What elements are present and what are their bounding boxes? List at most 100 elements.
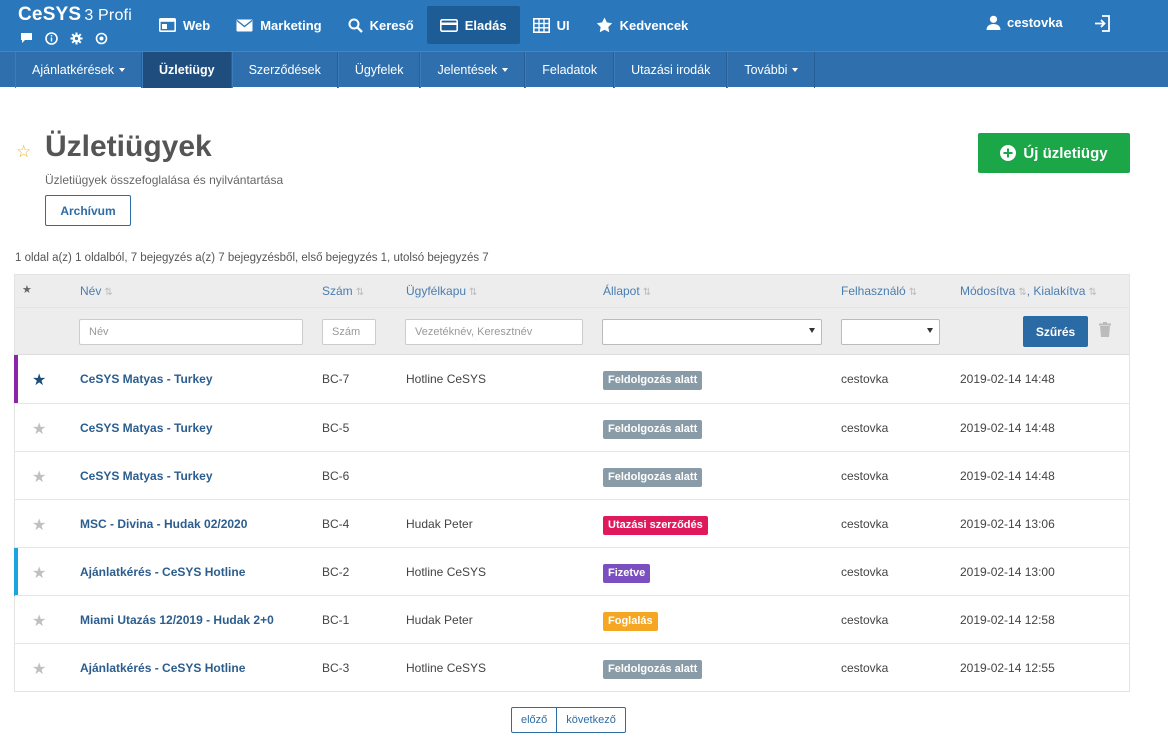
deal-number: BC-7	[322, 372, 350, 386]
header-star-icon[interactable]: ★	[22, 283, 32, 296]
status-badge: Feldolgozás alatt	[603, 660, 703, 679]
user-name: cestovka	[1007, 15, 1063, 30]
star-icon[interactable]: ★	[32, 563, 46, 583]
dropdown-arrow-icon	[927, 328, 933, 333]
status-badge: Feldolgozás alatt	[603, 468, 703, 487]
deal-user: cestovka	[841, 565, 889, 579]
deal-name-link[interactable]: MSC - Divina - Hudak 02/2020	[80, 517, 247, 531]
table-row[interactable]: ★ Miami Utazás 12/2019 - Hudak 2+0 BC-1 Hud…	[15, 595, 1129, 643]
nav-kereso[interactable]: Kereső	[335, 6, 427, 44]
header-user-label: Felhasználó	[841, 284, 906, 298]
sub-nav: Ajánlatkérések Üzletiügy Szerződések Ügy…	[15, 52, 816, 88]
gear-icon[interactable]	[68, 31, 84, 45]
brand[interactable]: CeSYS 3 Profi	[18, 4, 132, 45]
table-row[interactable]: ★ Ajánlatkérés - CeSYS Hotline BC-2 Hotline…	[14, 547, 1129, 596]
sort-icon: ⇅	[104, 287, 113, 298]
subnav-ajanlatkeresek[interactable]: Ajánlatkérések	[15, 52, 142, 88]
nav-kedvencek-label: Kedvencek	[619, 17, 689, 33]
name-filter-input[interactable]: Név	[79, 319, 303, 345]
number-filter-input[interactable]: Szám	[322, 319, 376, 345]
subnav-szerzodesek-label: Szerződések	[248, 63, 321, 77]
nav-eladas-label: Eladás	[464, 17, 507, 33]
table-body: ★ CeSYS Matyas - Turkey BC-7 Hotline CeSYS F…	[14, 355, 1129, 691]
main-nav: Web Marketing Kereső Eladás UI Kedvencek	[146, 6, 701, 44]
header-status[interactable]: Állapot ⇅	[603, 284, 651, 298]
deal-number: BC-3	[322, 661, 350, 675]
deal-user: cestovka	[841, 517, 889, 531]
star-icon[interactable]: ★	[32, 370, 46, 390]
brand-logo[interactable]: CeSYS 3 Profi	[18, 4, 132, 27]
status-filter-select[interactable]	[602, 319, 822, 345]
subnav-feladatok[interactable]: Feladatok	[525, 52, 615, 88]
star-icon[interactable]: ★	[32, 515, 46, 535]
table-row[interactable]: ★ CeSYS Matyas - Turkey BC-5 Feldolgozás al…	[15, 403, 1129, 451]
target-icon[interactable]	[93, 31, 109, 45]
subnav-ajanlatkeresek-label: Ajánlatkérések	[32, 63, 114, 77]
subnav-szerzodesek[interactable]: Szerződések	[231, 52, 338, 88]
logout-button[interactable]	[1094, 15, 1111, 37]
nav-marketing-label: Marketing	[260, 17, 322, 33]
star-icon[interactable]: ★	[32, 611, 46, 631]
subnav-tovabbi[interactable]: További	[727, 52, 816, 88]
grid-icon	[532, 17, 550, 33]
deal-date: 2019-02-14 14:48	[960, 421, 1055, 435]
deal-name-link[interactable]: CeSYS Matyas - Turkey	[80, 421, 213, 435]
nav-ui[interactable]: UI	[520, 6, 583, 44]
deal-date: 2019-02-14 12:55	[960, 661, 1055, 675]
table-row[interactable]: ★ CeSYS Matyas - Turkey BC-6 Feldolgozás al…	[15, 451, 1129, 499]
archive-button[interactable]: Archívum	[45, 195, 131, 226]
header-created-label[interactable]: Kialakítva	[1033, 284, 1085, 298]
top-bar: CeSYS 3 Profi Web Marketing Kereső Eladá…	[0, 0, 1168, 51]
star-icon[interactable]: ★	[32, 659, 46, 679]
header-user[interactable]: Felhasználó ⇅	[841, 284, 917, 298]
new-deal-label: Új üzletiügy	[1023, 144, 1108, 162]
deal-name-link[interactable]: Ajánlatkérés - CeSYS Hotline	[80, 661, 245, 675]
table-row[interactable]: ★ CeSYS Matyas - Turkey BC-7 Hotline CeSYS F…	[14, 355, 1129, 403]
nav-kereso-label: Kereső	[369, 17, 414, 33]
subnav-jelentesek[interactable]: Jelentések	[420, 52, 526, 88]
client-filter-input[interactable]: Vezetéknév, Keresztnév	[405, 319, 583, 345]
page-subtitle: Üzletiügyek összefoglalása és nyilvántar…	[45, 173, 284, 187]
deal-name-link[interactable]: Miami Utazás 12/2019 - Hudak 2+0	[80, 613, 274, 627]
new-deal-button[interactable]: Új üzletiügy	[978, 133, 1130, 173]
chat-icon[interactable]	[18, 31, 34, 45]
header-number[interactable]: Szám ⇅	[322, 284, 364, 298]
status-badge: Feldolgozás alatt	[603, 371, 703, 390]
header-modified[interactable]: Módosítva ⇅, Kialakítva ⇅	[960, 284, 1097, 298]
subnav-utazasi-irodak[interactable]: Utazási irodák	[614, 52, 728, 88]
prev-page-button[interactable]: előző	[512, 708, 558, 732]
deal-name-link[interactable]: CeSYS Matyas - Turkey	[80, 372, 213, 386]
pagination: előző következő	[511, 707, 626, 733]
deal-number: BC-2	[322, 565, 350, 579]
header-status-label: Állapot	[603, 284, 640, 298]
deal-date: 2019-02-14 14:48	[960, 469, 1055, 483]
user-icon	[986, 15, 1001, 30]
user-menu[interactable]: cestovka	[986, 15, 1063, 30]
nav-eladas[interactable]: Eladás	[426, 6, 520, 44]
table-row[interactable]: ★ MSC - Divina - Hudak 02/2020 BC-4 Hudak P…	[15, 499, 1129, 547]
nav-marketing[interactable]: Marketing	[223, 6, 334, 44]
trash-icon[interactable]	[1099, 322, 1111, 342]
favorite-star-icon[interactable]: ☆	[16, 142, 31, 162]
deal-name-link[interactable]: Ajánlatkérés - CeSYS Hotline	[80, 565, 245, 579]
header-number-label: Szám	[322, 284, 353, 298]
nav-web[interactable]: Web	[146, 6, 223, 44]
header-name[interactable]: Név ⇅	[80, 284, 113, 298]
deal-number: BC-1	[322, 613, 350, 627]
subnav-ugyfelek[interactable]: Ügyfelek	[337, 52, 421, 88]
nav-kedvencek[interactable]: Kedvencek	[583, 6, 702, 44]
info-icon[interactable]	[43, 31, 59, 45]
deal-name-link[interactable]: CeSYS Matyas - Turkey	[80, 469, 213, 483]
star-icon[interactable]: ★	[32, 419, 46, 439]
deal-client: Hudak Peter	[406, 517, 473, 531]
nav-web-label: Web	[183, 17, 211, 33]
star-icon[interactable]: ★	[32, 467, 46, 487]
filter-button[interactable]: Szűrés	[1023, 316, 1088, 347]
header-client[interactable]: Ügyfélkapu ⇅	[406, 284, 477, 298]
browser-icon	[159, 18, 176, 32]
row-color-marker	[14, 452, 18, 500]
subnav-uzletiugy[interactable]: Üzletiügy	[142, 52, 232, 88]
table-row[interactable]: ★ Ajánlatkérés - CeSYS Hotline BC-3 Hotline…	[15, 643, 1129, 691]
next-page-button[interactable]: következő	[557, 708, 625, 732]
user-filter-select[interactable]	[841, 319, 940, 345]
